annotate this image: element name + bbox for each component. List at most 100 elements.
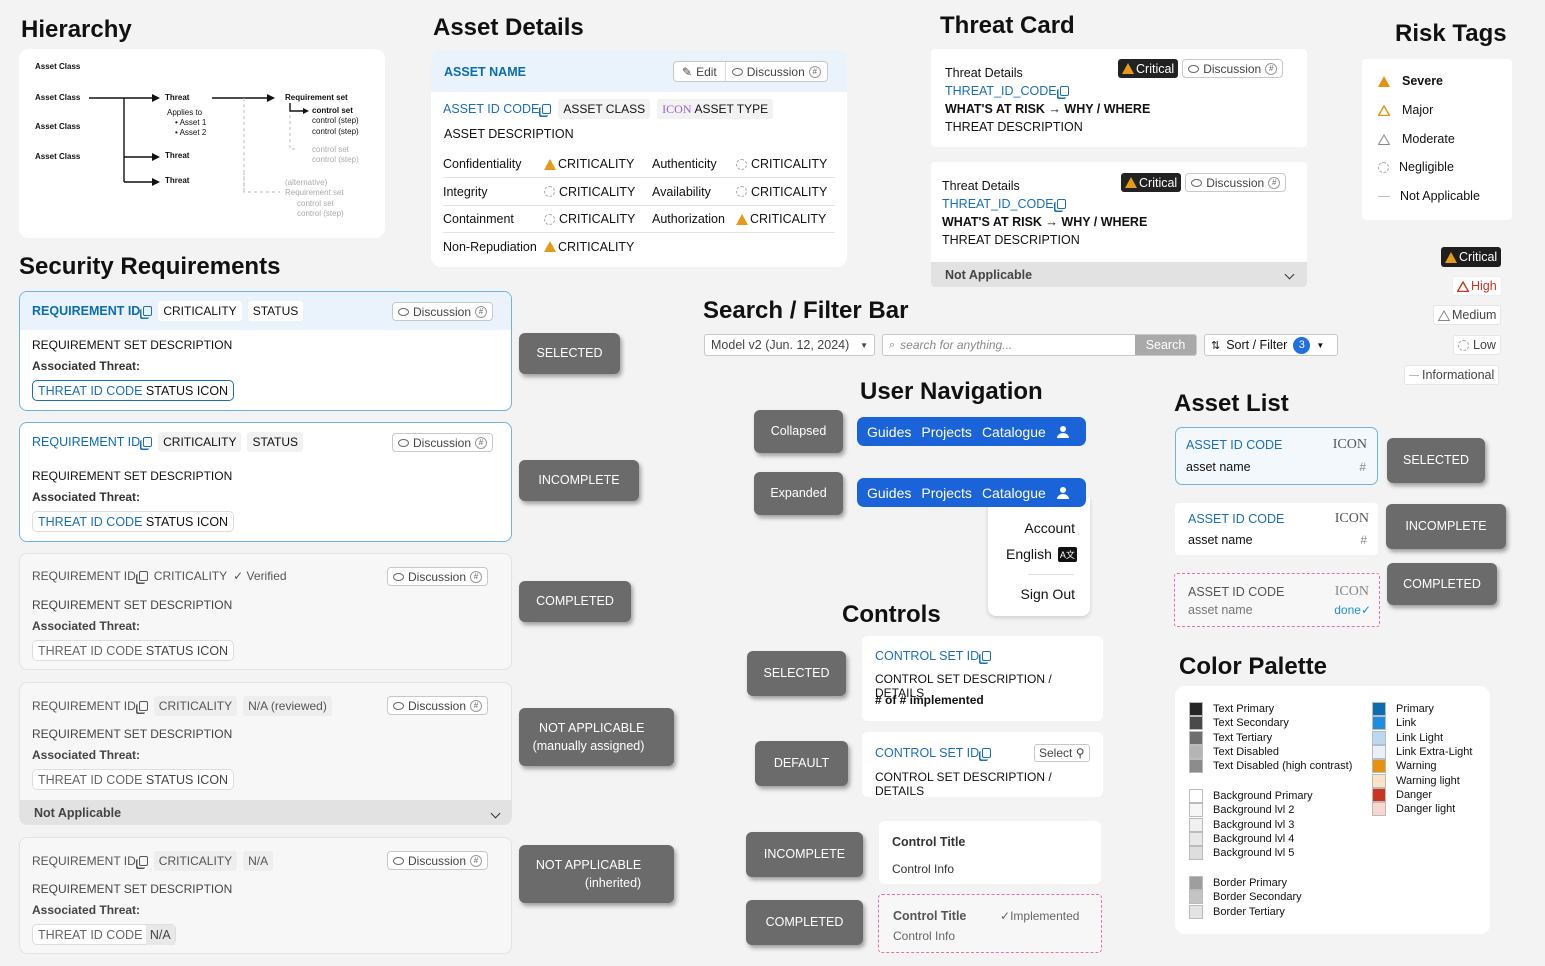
user-menu-dropdown: Account English A文 Sign Out [988, 498, 1090, 616]
count-icon: # [1268, 176, 1281, 189]
copy-icon[interactable] [138, 701, 148, 711]
threat-link[interactable]: THREAT ID CODE N/A [32, 924, 176, 945]
copy-icon[interactable] [138, 571, 148, 581]
copy-icon[interactable] [982, 651, 992, 661]
user-icon[interactable] [1056, 486, 1070, 500]
state-label-collapsed: Collapsed [754, 410, 843, 453]
menu-english[interactable]: English A文 [1006, 546, 1077, 562]
color-name: Text Disabled [1213, 746, 1280, 759]
threat-card[interactable]: Threat Details THREAT_ID_CODE WHAT'S AT … [931, 49, 1307, 147]
threat-link[interactable]: THREAT ID CODE STATUS ICON [32, 769, 235, 790]
requirement-id[interactable]: REQUIREMENT ID [32, 304, 153, 318]
requirement-card-incomplete[interactable]: REQUIREMENT ID CRITICALITY STATUS Discus… [19, 422, 512, 542]
color-swatch-row: Danger light [1372, 802, 1472, 817]
risk-negligible[interactable]: Negligible [1378, 160, 1454, 174]
discussion-button[interactable]: Discussion # [392, 302, 494, 321]
copy-icon[interactable] [1056, 199, 1066, 209]
copy-icon[interactable] [1059, 86, 1069, 96]
requirement-id[interactable]: REQUIREMENT ID [32, 854, 148, 868]
copy-icon[interactable] [542, 104, 552, 114]
control-step-label: control (step) [312, 116, 359, 125]
menu-account[interactable]: Account [1024, 520, 1075, 536]
search-button[interactable]: Search [1135, 335, 1196, 355]
requirement-id[interactable]: REQUIREMENT ID [32, 699, 148, 713]
color-name: Border Tertiary [1213, 905, 1285, 918]
nav-guides[interactable]: Guides [867, 424, 911, 440]
discussion-button[interactable]: Discussion # [387, 567, 489, 586]
threat-link[interactable]: THREAT ID CODE STATUS ICON [32, 640, 235, 661]
control-title: Control Title [893, 909, 967, 923]
discussion-button[interactable]: Discussion # [1185, 173, 1287, 192]
chevron-down-icon[interactable] [1284, 269, 1295, 280]
discussion-button[interactable]: Discussion # [726, 62, 827, 81]
not-applicable-bar[interactable]: Not Applicable [20, 800, 511, 824]
copy-icon[interactable] [143, 306, 153, 316]
nav-projects[interactable]: Projects [921, 424, 972, 440]
threat-id-code[interactable]: THREAT_ID_CODE [945, 84, 1069, 98]
sort-filter-button[interactable]: ⇅ Sort / Filter 3 ▼ [1204, 334, 1338, 356]
discussion-button[interactable]: Discussion # [387, 696, 489, 715]
comment-icon [398, 307, 409, 316]
nav-catalogue[interactable]: Catalogue [982, 424, 1046, 440]
nav-guides[interactable]: Guides [867, 485, 911, 501]
select-button[interactable]: Select ⚲ [1034, 744, 1090, 762]
asset-type-pill: ICON ASSET TYPE [657, 99, 774, 119]
asset-class-pill: ASSET CLASS [558, 99, 651, 119]
edit-button[interactable]: ✎ Edit [674, 62, 726, 81]
requirement-card-completed[interactable]: REQUIREMENT ID CRITICALITY ✓ Verified Di… [19, 553, 512, 670]
risk-major[interactable]: Major [1378, 103, 1433, 117]
copy-icon[interactable] [138, 856, 148, 866]
risk-not-applicable[interactable]: Not Applicable [1378, 189, 1480, 203]
asset-description: ASSET DESCRIPTION [444, 127, 574, 141]
discussion-button[interactable]: Discussion # [387, 851, 489, 870]
not-applicable-bar[interactable]: Not Applicable [931, 262, 1307, 287]
threat-link[interactable]: THREAT ID CODE STATUS ICON [32, 380, 235, 401]
control-set-id[interactable]: CONTROL SET ID [875, 649, 992, 663]
control-set-id[interactable]: CONTROL SET ID [875, 746, 992, 760]
comment-icon [398, 438, 409, 447]
asset-item-completed[interactable]: ASSET ID CODE ICON asset name done✓ [1174, 573, 1380, 627]
threat-card-na[interactable]: Threat Details THREAT_ID_CODE WHAT'S AT … [931, 162, 1307, 287]
control-card-selected[interactable]: CONTROL SET ID CONTROL SET DESCRIPTION /… [862, 636, 1103, 721]
color-swatch-row: Warning [1372, 759, 1472, 774]
control-card-incomplete[interactable]: Control Title Control Info [879, 821, 1101, 884]
discussion-button[interactable]: Discussion # [392, 433, 494, 452]
asset-id-code[interactable]: ASSET ID CODE [443, 102, 552, 116]
risk-severe[interactable]: Severe [1378, 74, 1443, 88]
requirement-id[interactable]: REQUIREMENT ID [32, 569, 148, 583]
state-label-na-inherited: NOT APPLICABLE (inherited) [519, 845, 674, 903]
threat-link[interactable]: THREAT ID CODE STATUS ICON [32, 511, 235, 532]
menu-sign-out[interactable]: Sign Out [1021, 586, 1075, 602]
copy-icon[interactable] [982, 748, 992, 758]
requirement-description: REQUIREMENT SET DESCRIPTION [32, 727, 233, 741]
risk-moderate[interactable]: Moderate [1378, 132, 1455, 146]
nav-catalogue[interactable]: Catalogue [982, 485, 1046, 501]
control-card-default[interactable]: CONTROL SET ID Select ⚲ CONTROL SET DESC… [862, 732, 1103, 798]
requirement-id[interactable]: REQUIREMENT ID [32, 435, 153, 449]
requirement-card-not-applicable[interactable]: REQUIREMENT ID CRITICALITY N/A (reviewed… [19, 682, 512, 825]
requirement-card-selected[interactable]: REQUIREMENT ID CRITICALITY STATUS Discus… [19, 291, 512, 411]
asset-item-incomplete[interactable]: ASSET ID CODE ICON asset name # [1175, 503, 1378, 555]
search-filter-title: Search / Filter Bar [703, 297, 909, 324]
color-name: Warning light [1396, 774, 1460, 787]
asset-item-selected[interactable]: ASSET ID CODE ICON asset name # [1175, 427, 1378, 485]
requirement-card-inherited[interactable]: REQUIREMENT ID CRITICALITY N/A Discussio… [19, 837, 512, 954]
copy-icon[interactable] [143, 437, 153, 447]
discussion-button[interactable]: Discussion # [1182, 59, 1284, 78]
color-swatch [1372, 787, 1386, 802]
model-select[interactable]: Model v2 (Jun. 12, 2024) ▼ [704, 334, 875, 356]
sort-icon: ⇅ [1211, 339, 1221, 352]
user-icon[interactable] [1056, 425, 1070, 439]
requirement-description: REQUIREMENT SET DESCRIPTION [32, 598, 233, 612]
nav-projects[interactable]: Projects [921, 485, 972, 501]
color-swatch [1372, 702, 1386, 717]
security-attribute-label: Integrity [443, 184, 488, 199]
user-nav-expanded: Guides Projects Catalogue [857, 478, 1086, 507]
chevron-down-icon[interactable] [490, 808, 501, 818]
color-name: Text Primary [1213, 703, 1275, 716]
control-card-completed[interactable]: Control Title Control Info ✓Implemented [878, 894, 1102, 953]
threat-id-code[interactable]: THREAT_ID_CODE [942, 197, 1066, 211]
search-input[interactable]: ⌕ search for anything... [883, 335, 1135, 355]
threat-details-label: Threat Details [945, 66, 1023, 80]
color-swatch-row: Text Disabled [1189, 745, 1352, 760]
